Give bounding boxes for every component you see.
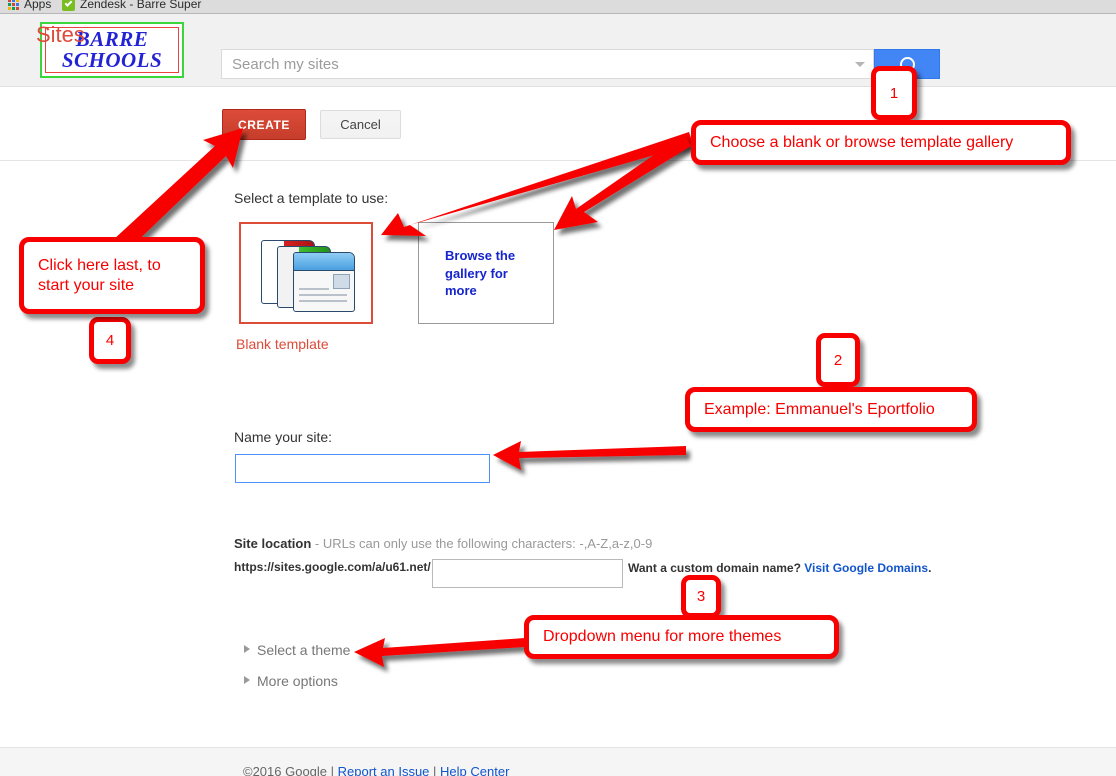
footer-text: ©2016 Google | Report an Issue | Help Ce… xyxy=(243,764,509,776)
annotation-badge-2[interactable]: 2 xyxy=(816,333,860,387)
select-a-theme-label: Select a theme xyxy=(257,642,350,658)
bookmark-apps-label: Apps xyxy=(24,0,51,11)
stacked-pages-icon xyxy=(255,238,359,312)
browser-bookmarks-bar: Apps Zendesk - Barre Super xyxy=(0,0,1116,14)
site-location-heading: Site location - URLs can only use the fo… xyxy=(234,536,652,551)
search-bar xyxy=(221,49,940,79)
sheet-blue xyxy=(293,252,355,312)
annotation-callout-4-text: Click here last, to start your site xyxy=(38,256,186,296)
page-footer: ©2016 Google | Report an Issue | Help Ce… xyxy=(0,747,1116,776)
annotation-callout-1[interactable]: Choose a blank or browse template galler… xyxy=(691,120,1071,165)
annotation-callout-4[interactable]: Click here last, to start your site xyxy=(19,237,205,314)
site-header: BARRE SCHOOLS xyxy=(0,14,1116,87)
custom-domain-note: Want a custom domain name? Visit Google … xyxy=(628,561,931,575)
help-center-link[interactable]: Help Center xyxy=(440,764,509,776)
footer-separator: | xyxy=(429,764,440,776)
triangle-right-icon xyxy=(244,676,250,684)
arrow-to-select-a-theme xyxy=(354,638,525,667)
custom-domain-period: . xyxy=(928,561,931,575)
cancel-button[interactable]: Cancel xyxy=(320,110,401,139)
page-title: Sites xyxy=(36,22,85,48)
arrow-to-site-name-input xyxy=(493,441,686,470)
select-a-theme-toggle[interactable]: Select a theme xyxy=(244,642,350,658)
chevron-down-icon[interactable] xyxy=(855,62,865,67)
bookmark-apps[interactable]: Apps xyxy=(8,0,51,11)
search-input[interactable] xyxy=(222,50,873,78)
blank-template-option[interactable] xyxy=(239,222,373,324)
browse-gallery-option[interactable]: Browse the gallery for more xyxy=(418,222,554,324)
select-template-label: Select a template to use: xyxy=(234,190,388,206)
bookmark-zendesk[interactable]: Zendesk - Barre Super xyxy=(62,0,201,11)
annotation-callout-3-text: Dropdown menu for more themes xyxy=(543,627,781,647)
search-field-wrapper xyxy=(221,49,874,79)
annotation-callout-2[interactable]: Example: Emmanuel's Eportfolio xyxy=(685,387,977,432)
name-your-site-label: Name your site: xyxy=(234,429,332,445)
triangle-right-icon xyxy=(244,645,250,653)
annotation-callout-2-text: Example: Emmanuel's Eportfolio xyxy=(704,400,935,420)
site-location-input[interactable] xyxy=(432,559,623,588)
more-options-label: More options xyxy=(257,673,338,689)
site-location-title: Site location xyxy=(234,536,311,551)
logo-line-2: SCHOOLS xyxy=(62,50,162,71)
apps-grid-icon xyxy=(8,0,19,10)
create-button[interactable]: CREATE xyxy=(222,109,306,140)
annotation-callout-1-text: Choose a blank or browse template galler… xyxy=(710,133,1013,153)
visit-google-domains-link[interactable]: Visit Google Domains xyxy=(804,561,928,575)
browse-gallery-label: Browse the gallery for more xyxy=(445,247,531,300)
custom-domain-question: Want a custom domain name? xyxy=(628,561,804,575)
site-location-prefix: https://sites.google.com/a/u61.net/ xyxy=(234,560,431,574)
bookmark-zendesk-label: Zendesk - Barre Super xyxy=(80,0,201,11)
report-an-issue-link[interactable]: Report an Issue xyxy=(338,764,430,776)
annotation-badge-3[interactable]: 3 xyxy=(681,575,721,618)
annotation-badge-1[interactable]: 1 xyxy=(871,66,917,120)
blank-template-caption[interactable]: Blank template xyxy=(236,336,329,352)
zendesk-favicon xyxy=(62,0,75,11)
annotation-callout-3[interactable]: Dropdown menu for more themes xyxy=(524,615,839,659)
more-options-toggle[interactable]: More options xyxy=(244,673,338,689)
annotation-badge-4[interactable]: 4 xyxy=(89,317,131,364)
logo-line-1: BARRE xyxy=(76,29,149,50)
site-name-input[interactable] xyxy=(235,454,490,483)
footer-copyright: ©2016 Google | xyxy=(243,764,338,776)
site-location-hint: - URLs can only use the following charac… xyxy=(311,536,652,551)
